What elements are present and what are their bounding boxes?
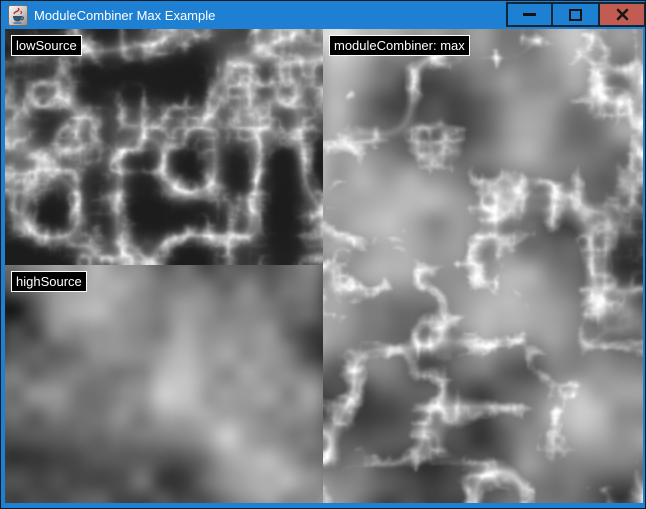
render-area: lowSource highSource moduleCombiner: max [5,29,643,503]
minimize-icon [523,13,536,16]
app-window: ModuleCombiner Max Example lowSource hig… [0,0,646,509]
low-source-label: lowSource [11,35,82,56]
panel-high-source: highSource [5,265,323,503]
java-app-icon[interactable] [8,5,28,26]
module-combiner-label: moduleCombiner: max [329,35,470,56]
minimize-button[interactable] [506,2,553,27]
window-title: ModuleCombiner Max Example [34,2,215,29]
close-icon [616,8,629,21]
high-source-label: highSource [11,271,87,292]
panel-low-source: lowSource [5,29,323,265]
maximize-icon [569,9,582,21]
low-source-texture [5,29,323,265]
high-source-texture [5,265,323,503]
window-controls [506,2,646,27]
module-combiner-texture [323,29,643,503]
panel-module-combiner: moduleCombiner: max [323,29,643,503]
maximize-button[interactable] [551,2,600,27]
close-button[interactable] [598,2,646,27]
titlebar[interactable]: ModuleCombiner Max Example [2,2,646,29]
